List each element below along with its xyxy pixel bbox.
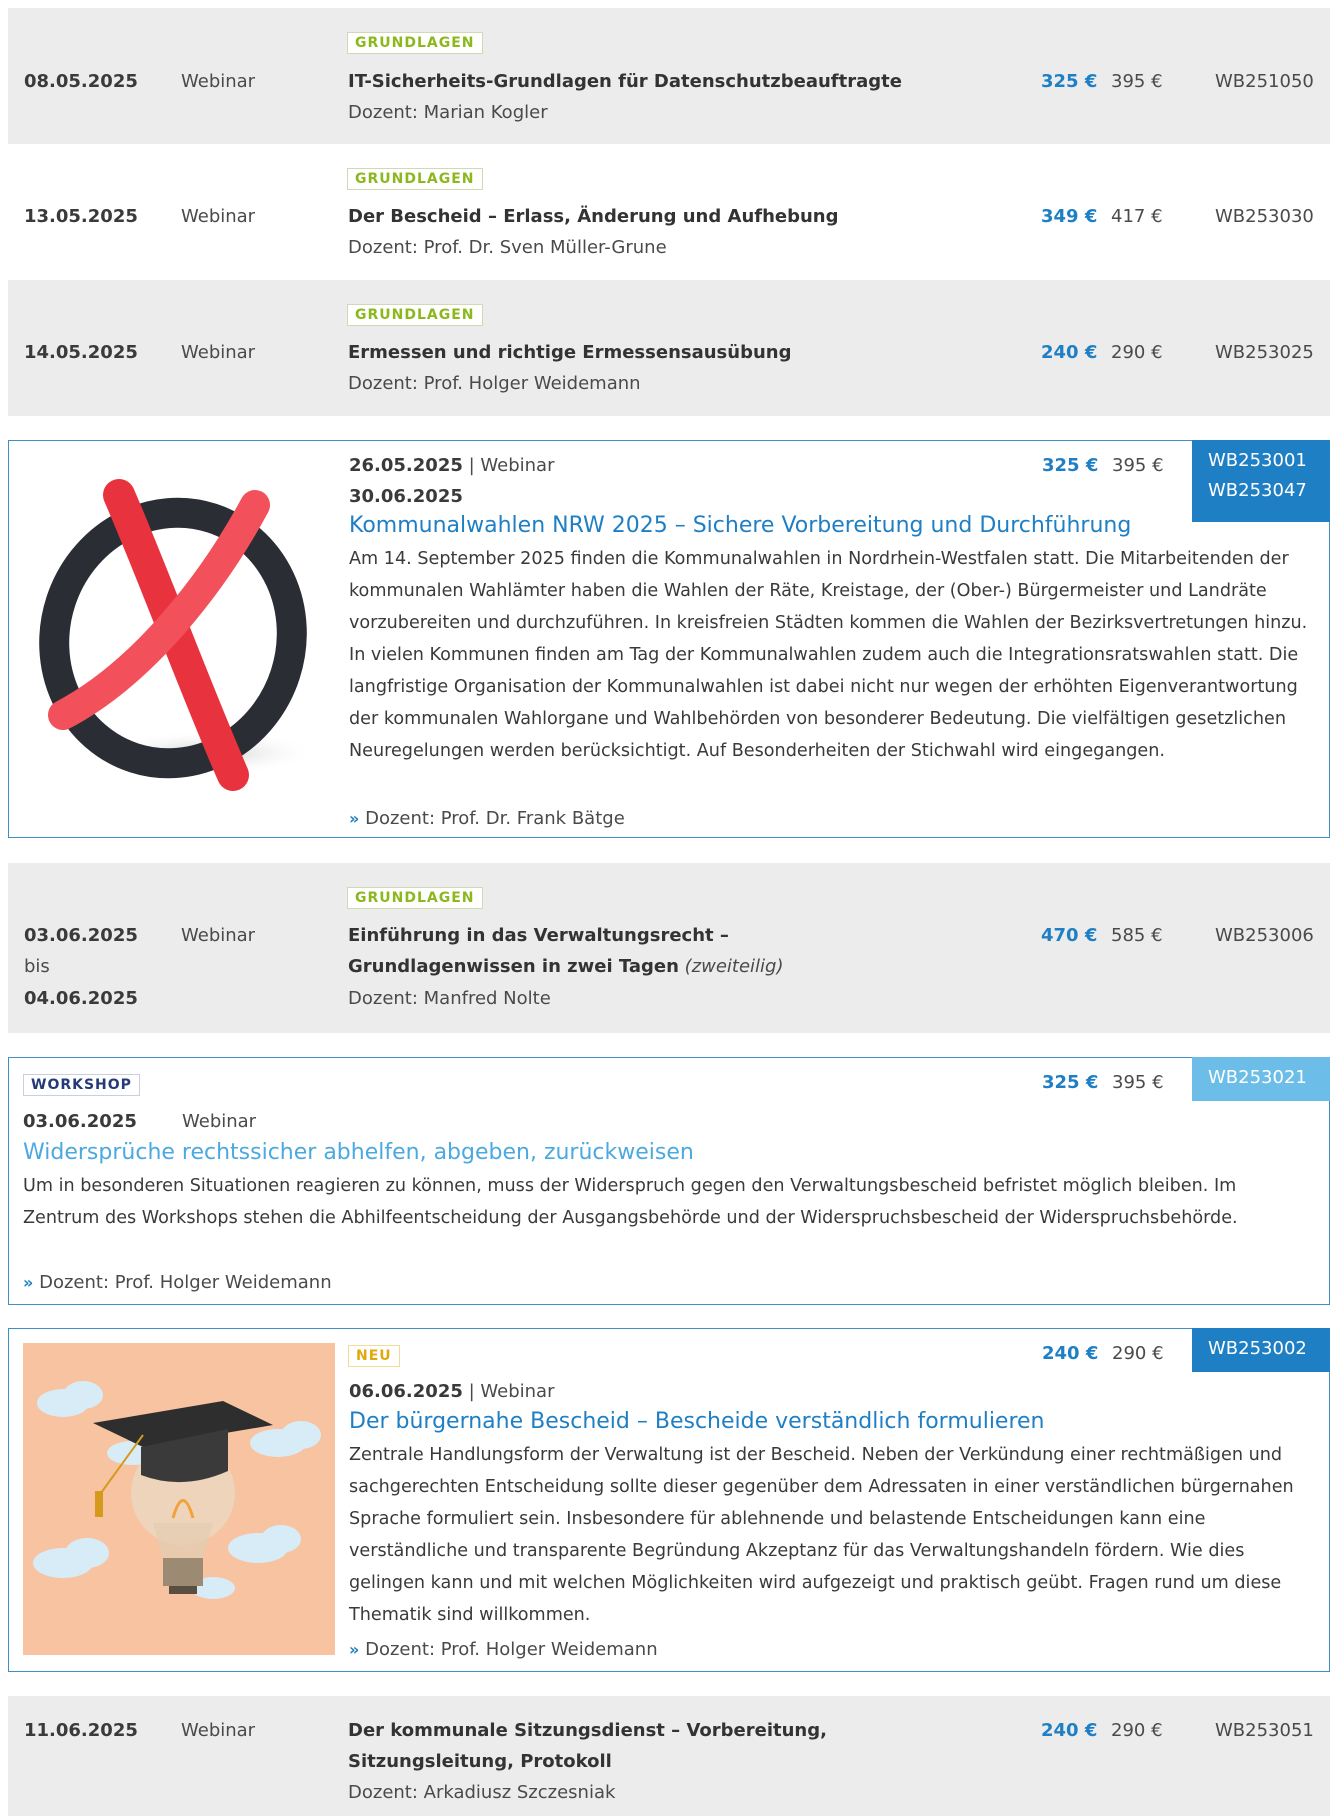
new-badge: NEU	[348, 1345, 400, 1367]
category-badge: GRUNDLAGEN	[347, 168, 483, 190]
course-title[interactable]: Der kommunale Sitzungsdienst – Vorbereit…	[348, 1720, 827, 1741]
regular-price: 290 €	[1111, 342, 1163, 363]
course-row[interactable]: GRUNDLAGEN 14.05.2025 Webinar Ermessen u…	[8, 280, 1330, 416]
course-lecturer: Dozent: Manfred Nolte	[348, 988, 551, 1009]
course-code[interactable]: WB253001	[1208, 446, 1316, 476]
course-format: Webinar	[181, 342, 256, 363]
regular-price: 395 €	[1112, 1072, 1164, 1093]
course-code[interactable]: WB253051	[1215, 1720, 1314, 1741]
course-title-line2[interactable]: Grundlagenwissen in zwei Tagen	[348, 956, 679, 977]
course-code-box[interactable]: WB253021	[1192, 1057, 1330, 1101]
course-lecturer: Dozent: Prof. Holger Weidemann	[348, 373, 641, 394]
category-badge: GRUNDLAGEN	[347, 32, 483, 54]
course-date: 03.06.2025	[23, 1111, 137, 1132]
ballot-cross-image	[23, 453, 335, 813]
regular-price: 290 €	[1111, 1720, 1163, 1741]
discount-price: 325 €	[1042, 455, 1099, 476]
course-description: Um in besonderen Situationen reagieren z…	[23, 1176, 1238, 1228]
regular-price: 395 €	[1112, 455, 1164, 476]
course-row[interactable]: GRUNDLAGEN 08.05.2025 Webinar IT-Sicherh…	[8, 8, 1330, 144]
course-date-to: 04.06.2025	[24, 988, 138, 1009]
course-lecturer: Dozent: Marian Kogler	[348, 102, 548, 123]
course-format: Webinar	[181, 925, 256, 946]
course-title-link[interactable]: Kommunalwahlen NRW 2025 – Sichere Vorber…	[349, 513, 1131, 538]
course-code[interactable]: WB253006	[1215, 925, 1314, 946]
course-code[interactable]: WB253002	[1208, 1334, 1316, 1364]
course-lecturer: Dozent: Arkadiusz Szczesniak	[348, 1782, 616, 1803]
discount-price: 325 €	[1041, 71, 1098, 92]
discount-price: 240 €	[1041, 1720, 1098, 1741]
course-format: | Webinar	[462, 455, 555, 476]
course-row[interactable]: 11.06.2025 Webinar Der kommunale Sitzung…	[8, 1696, 1330, 1816]
course-date-second: 30.06.2025	[349, 486, 463, 507]
course-code[interactable]: WB253030	[1215, 206, 1314, 227]
course-description: Am 14. September 2025 finden die Kommuna…	[349, 549, 1308, 761]
date-range-separator: bis	[24, 956, 50, 977]
category-badge: GRUNDLAGEN	[347, 304, 483, 326]
regular-price: 417 €	[1111, 206, 1163, 227]
course-date: 08.05.2025	[24, 71, 138, 92]
course-format: Webinar	[181, 206, 256, 227]
lightbulb-cap-icon	[23, 1343, 335, 1655]
course-lecturer[interactable]: Dozent: Prof. Dr. Frank Bätge	[365, 808, 625, 829]
category-badge: WORKSHOP	[23, 1074, 140, 1096]
lightbulb-graduation-image	[23, 1343, 335, 1655]
course-title[interactable]: Ermessen und richtige Ermessensausübung	[348, 342, 792, 363]
new-course-card[interactable]: NEU 06.06.2025 | Webinar Der bürgernahe …	[8, 1328, 1330, 1672]
course-code[interactable]: WB251050	[1215, 71, 1314, 92]
course-title[interactable]: IT-Sicherheits-Grundlagen für Datenschut…	[348, 71, 902, 92]
course-title[interactable]: Einführung in das Verwaltungsrecht –	[348, 925, 729, 946]
course-code-box[interactable]: WB253002	[1192, 1328, 1330, 1372]
course-title[interactable]: Der Bescheid – Erlass, Änderung und Aufh…	[348, 206, 839, 227]
course-code[interactable]: WB253025	[1215, 342, 1314, 363]
category-badge: GRUNDLAGEN	[347, 887, 483, 909]
regular-price: 395 €	[1111, 71, 1163, 92]
course-date: 14.05.2025	[24, 342, 138, 363]
course-title-link[interactable]: Der bürgernahe Bescheid – Bescheide vers…	[349, 1409, 1045, 1434]
course-description: Zentrale Handlungsform der Verwaltung is…	[349, 1445, 1294, 1625]
course-date-from: 03.06.2025	[24, 925, 138, 946]
course-title-line2[interactable]: Sitzungsleitung, Protokoll	[348, 1751, 612, 1772]
chevron-right-icon: »	[23, 1273, 34, 1292]
regular-price: 290 €	[1112, 1343, 1164, 1364]
chevron-right-icon: »	[349, 1640, 360, 1659]
featured-course-card[interactable]: 26.05.2025 | Webinar 30.06.2025 Kommunal…	[8, 440, 1330, 838]
course-code-box[interactable]: WB253001 WB253047	[1192, 440, 1330, 522]
workshop-card[interactable]: WORKSHOP 03.06.2025 Webinar Widersprüche…	[8, 1057, 1330, 1305]
course-format: | Webinar	[462, 1381, 555, 1402]
course-lecturer[interactable]: Dozent: Prof. Holger Weidemann	[365, 1639, 658, 1660]
course-title-link[interactable]: Widersprüche rechtssicher abhelfen, abge…	[23, 1140, 694, 1165]
discount-price: 240 €	[1041, 342, 1098, 363]
ballot-cross-icon	[39, 479, 318, 791]
course-date: 11.06.2025	[24, 1720, 138, 1741]
discount-price: 240 €	[1042, 1343, 1099, 1364]
course-row[interactable]: GRUNDLAGEN 03.06.2025 bis 04.06.2025 Web…	[8, 863, 1330, 1033]
course-date: 26.05.2025	[349, 455, 463, 476]
chevron-right-icon: »	[349, 809, 360, 828]
course-lecturer: Dozent: Prof. Dr. Sven Müller-Grune	[348, 237, 667, 258]
regular-price: 585 €	[1111, 925, 1163, 946]
discount-price: 349 €	[1041, 206, 1098, 227]
course-format: Webinar	[182, 1111, 257, 1132]
course-note: (zweiteilig)	[684, 956, 784, 977]
course-format: Webinar	[181, 1720, 256, 1741]
discount-price: 325 €	[1042, 1072, 1099, 1093]
course-row[interactable]: GRUNDLAGEN 13.05.2025 Webinar Der Besche…	[8, 144, 1330, 280]
course-format: Webinar	[181, 71, 256, 92]
course-code[interactable]: WB253021	[1208, 1063, 1316, 1093]
discount-price: 470 €	[1041, 925, 1098, 946]
course-date: 06.06.2025	[349, 1381, 463, 1402]
course-lecturer[interactable]: Dozent: Prof. Holger Weidemann	[39, 1272, 332, 1293]
course-code[interactable]: WB253047	[1208, 476, 1316, 506]
course-date: 13.05.2025	[24, 206, 138, 227]
